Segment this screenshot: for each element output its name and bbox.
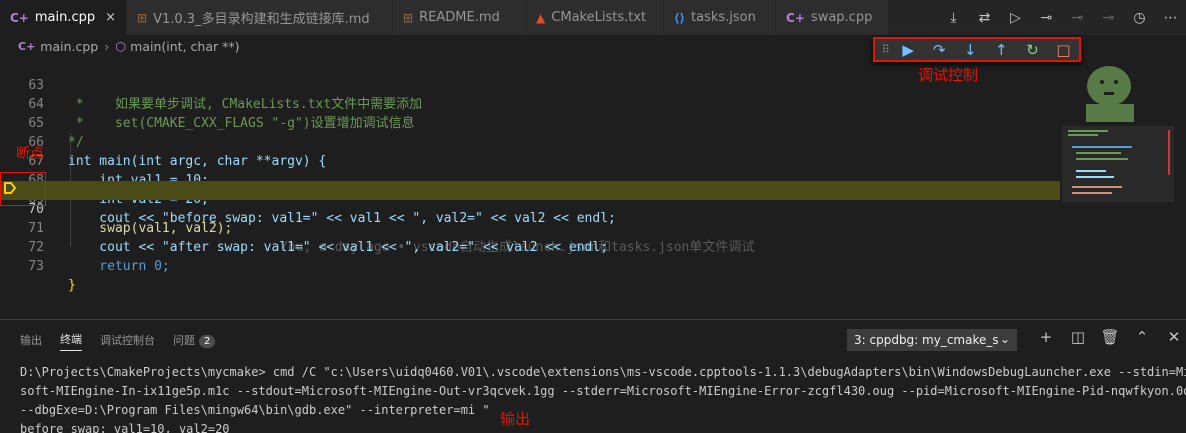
drag-handle-icon[interactable]: ⠿ bbox=[879, 43, 893, 56]
continue-icon[interactable]: ▶ bbox=[893, 41, 924, 59]
cmake-file-icon: ▲ bbox=[536, 10, 546, 25]
minimap-line bbox=[1072, 192, 1112, 194]
markdown-file-icon: ⊞ bbox=[403, 10, 414, 25]
step-out-icon[interactable]: ↑ bbox=[986, 41, 1017, 59]
tab-main-cpp[interactable]: C+ main.cpp × bbox=[0, 0, 128, 35]
tab-label: main.cpp bbox=[34, 10, 96, 25]
terminal-select-value: 3: cppdbg: my_cmake_s bbox=[854, 333, 999, 347]
panel-actions: + ◫ 🗑 ⌃ ✕ bbox=[1030, 328, 1186, 346]
tab-readme[interactable]: ⊞ README.md bbox=[393, 0, 527, 35]
tab-problems-label: 问题 bbox=[173, 333, 195, 347]
trash-icon[interactable]: 🗑 bbox=[1094, 328, 1126, 346]
debug-toolbar: ⠿ ▶ ↷ ↓ ↑ ↻ □ bbox=[873, 37, 1081, 62]
line-code: return 0; bbox=[68, 259, 170, 274]
tab-terminal[interactable]: 终端 bbox=[60, 331, 82, 351]
scrollbar-breakpoint-marker bbox=[1168, 130, 1170, 175]
stop-icon[interactable]: □ bbox=[1048, 41, 1079, 59]
more-actions-icon[interactable]: ⋯ bbox=[1155, 10, 1186, 26]
code-editor[interactable]: 63 * 如果要单步调试, CMakeLists.txt文件中需要添加 64 *… bbox=[0, 57, 1186, 319]
tab-problems[interactable]: 问题 2 bbox=[173, 332, 216, 351]
debug-control-annotation: 调试控制 bbox=[918, 66, 979, 84]
code-line: 64 * set(CMAKE_CXX_FLAGS "-g")设置增加调试信息 bbox=[0, 76, 1060, 131]
step-into-icon[interactable]: ↓ bbox=[955, 41, 986, 59]
tab-tasks-json[interactable]: ⟨⟩ tasks.json bbox=[664, 0, 777, 35]
maximize-panel-icon[interactable]: ⌃ bbox=[1126, 328, 1158, 346]
current-line: 70 swap(val1, val2); You, a day ago • vs… bbox=[0, 181, 1060, 255]
breakpoint-annotation-box bbox=[0, 172, 46, 206]
step-over-icon[interactable]: ↷ bbox=[924, 41, 955, 59]
tab-output[interactable]: 输出 bbox=[20, 332, 42, 351]
output-annotation: 输出 bbox=[500, 410, 531, 428]
bottom-panel: 输出 终端 调试控制台 问题 2 3: cppdbg: my_cmake_s ⌄ … bbox=[0, 319, 1186, 433]
minimap-line bbox=[1068, 130, 1108, 132]
tab-debug-console[interactable]: 调试控制台 bbox=[100, 332, 155, 351]
close-panel-icon[interactable]: ✕ bbox=[1158, 328, 1186, 346]
doge-ascii-art-image bbox=[1086, 66, 1134, 122]
minimap-line bbox=[1076, 176, 1114, 178]
tab-swap-cpp[interactable]: C+ swap.cpp bbox=[776, 0, 890, 35]
run-icon[interactable]: ▷ bbox=[1000, 10, 1031, 26]
code-line: 72 return 0; bbox=[0, 219, 1060, 274]
vscode-file-icon: ⟨⟩ bbox=[674, 10, 686, 25]
terminal-line: before swap: val1=10, val2=20 bbox=[20, 422, 230, 433]
timeline-icon[interactable]: ◷ bbox=[1124, 10, 1155, 26]
restart-icon[interactable]: ↻ bbox=[1017, 41, 1048, 59]
code-line: 73 } bbox=[0, 238, 1060, 293]
minimap-line bbox=[1076, 158, 1128, 160]
markdown-file-icon: ⊞ bbox=[137, 10, 148, 25]
split-terminal-icon[interactable]: ◫ bbox=[1062, 328, 1094, 346]
download-icon[interactable]: ⤓ bbox=[938, 10, 969, 26]
tab-label: CMakeLists.txt bbox=[551, 10, 647, 25]
breadcrumb-symbol[interactable]: main(int, char **) bbox=[130, 39, 239, 54]
cpp-file-icon: C+ bbox=[18, 39, 36, 53]
terminal-output[interactable]: D:\Projects\CmakeProjects\mycmake> cmd /… bbox=[20, 363, 1186, 433]
tab-cmakelists[interactable]: ▲ CMakeLists.txt bbox=[526, 0, 665, 35]
code-line: 67 int val1 = 10; bbox=[0, 133, 1060, 188]
minimap-slider[interactable] bbox=[1062, 126, 1174, 202]
tab-label: tasks.json bbox=[691, 10, 756, 25]
cpp-file-icon: C+ bbox=[786, 10, 805, 25]
chevron-down-icon: ⌄ bbox=[999, 332, 1010, 346]
line-code: } bbox=[68, 278, 76, 293]
next-change-icon[interactable]: ⊸ bbox=[1093, 10, 1124, 26]
terminal-line: --dbgExe=D:\Program Files\mingw64\bin\gd… bbox=[20, 403, 490, 417]
git-commit-icon[interactable]: ⊸ bbox=[1031, 10, 1062, 26]
panel-tabs: 输出 终端 调试控制台 问题 2 bbox=[20, 330, 233, 352]
tab-label: V1.0.3_多目录构建和生成链接库.md bbox=[153, 12, 370, 27]
new-terminal-icon[interactable]: + bbox=[1030, 328, 1062, 346]
cpp-file-icon: C+ bbox=[10, 10, 29, 25]
breakpoint-annotation-label: 断点 bbox=[16, 146, 44, 162]
minimap-line bbox=[1068, 134, 1098, 136]
breadcrumb-file[interactable]: main.cpp bbox=[40, 39, 98, 54]
tab-label: swap.cpp bbox=[810, 10, 873, 25]
symbol-method-icon: ⬡ bbox=[115, 38, 127, 54]
terminal-line: D:\Projects\CmakeProjects\mycmake> cmd /… bbox=[20, 365, 1186, 379]
code-line: 65 */ bbox=[0, 95, 1060, 150]
code-line: 68 int val2 = 20; bbox=[0, 152, 1060, 207]
code-line: 66 int main(int argc, char **argv) { bbox=[0, 114, 1060, 169]
terminal-select[interactable]: 3: cppdbg: my_cmake_s ⌄ bbox=[847, 329, 1017, 351]
code-line: 71 cout << "after swap: val1=" << val1 <… bbox=[0, 200, 1060, 255]
tab-label: README.md bbox=[419, 10, 500, 25]
minimap-line bbox=[1072, 146, 1132, 148]
previous-change-icon[interactable]: ⊸ bbox=[1062, 10, 1093, 26]
problems-count-badge: 2 bbox=[199, 334, 216, 348]
close-icon[interactable]: × bbox=[105, 10, 116, 25]
line-number: 73 bbox=[28, 259, 44, 274]
minimap-line bbox=[1072, 186, 1122, 188]
editor-actions: ⤓ ⇄ ▷ ⊸ ⊸ ⊸ ◷ ⋯ bbox=[938, 0, 1186, 35]
chevron-right-icon: › bbox=[104, 38, 110, 54]
minimap-line bbox=[1076, 170, 1106, 172]
compare-changes-icon[interactable]: ⇄ bbox=[969, 10, 1000, 26]
terminal-line: soft-MIEngine-In-ix11ge5p.m1c --stdout=M… bbox=[20, 384, 1186, 398]
minimap-line bbox=[1076, 152, 1121, 154]
tab-md-v103[interactable]: ⊞ V1.0.3_多目录构建和生成链接库.md bbox=[127, 0, 394, 35]
